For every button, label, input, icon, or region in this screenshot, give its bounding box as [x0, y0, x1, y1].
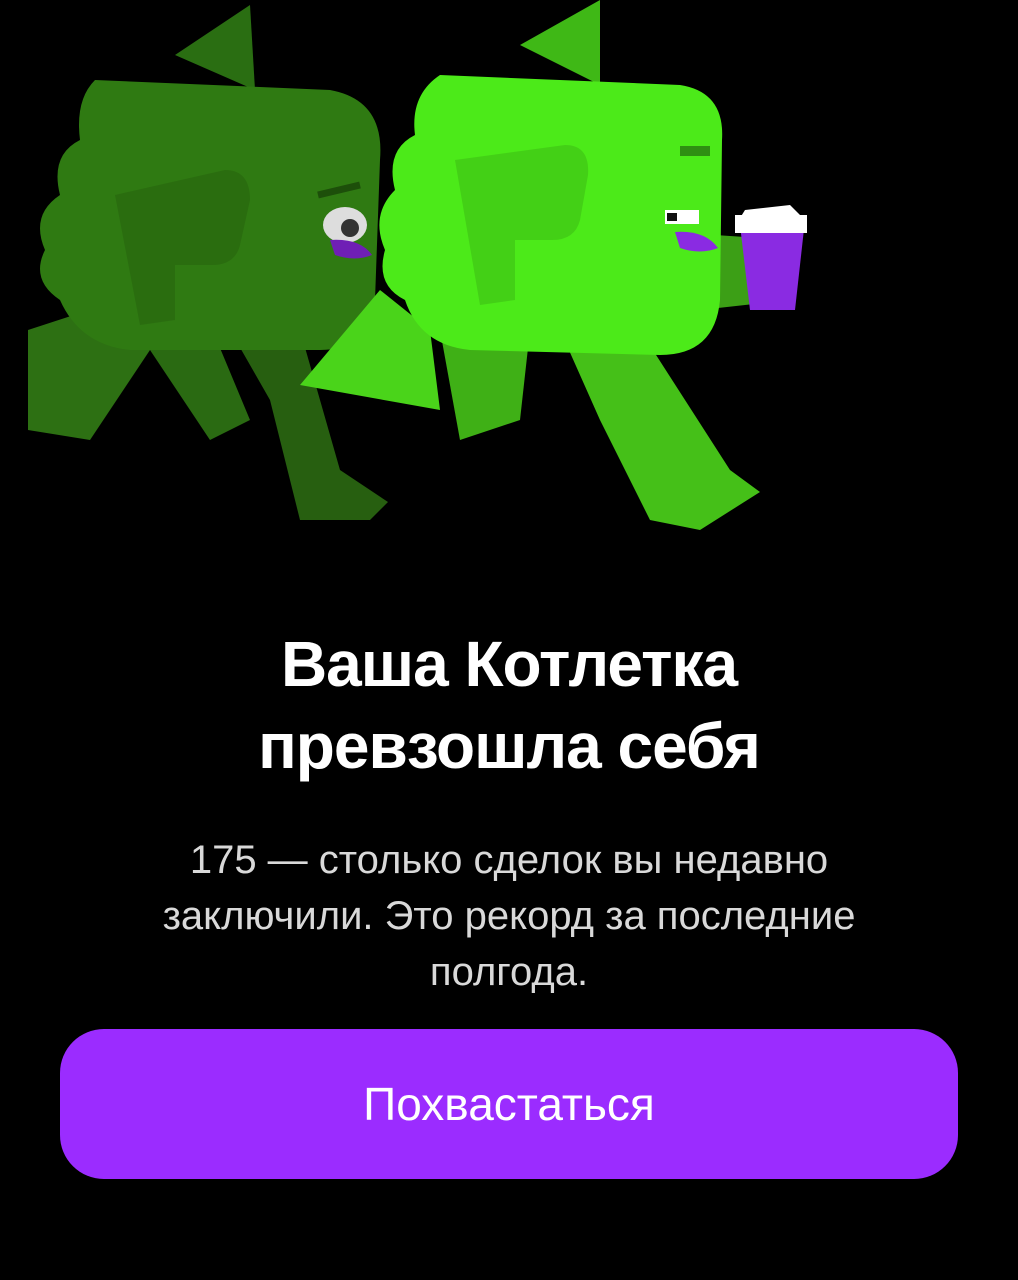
title-line-2: превзошла себя — [258, 709, 761, 782]
dark-mascot-icon — [28, 5, 388, 520]
title-line-1: Ваша Котлетка — [280, 627, 738, 700]
brag-button[interactable]: Похвастаться — [60, 1029, 958, 1179]
achievement-title: Ваша Котлетка превзошла себя — [0, 623, 1018, 787]
achievement-screen: Ваша Котлетка превзошла себя 175 — столь… — [0, 0, 1018, 1280]
mascots-illustration-icon — [28, 0, 807, 530]
achievement-description: 175 — столько сделок вы недавно заключил… — [162, 838, 856, 994]
